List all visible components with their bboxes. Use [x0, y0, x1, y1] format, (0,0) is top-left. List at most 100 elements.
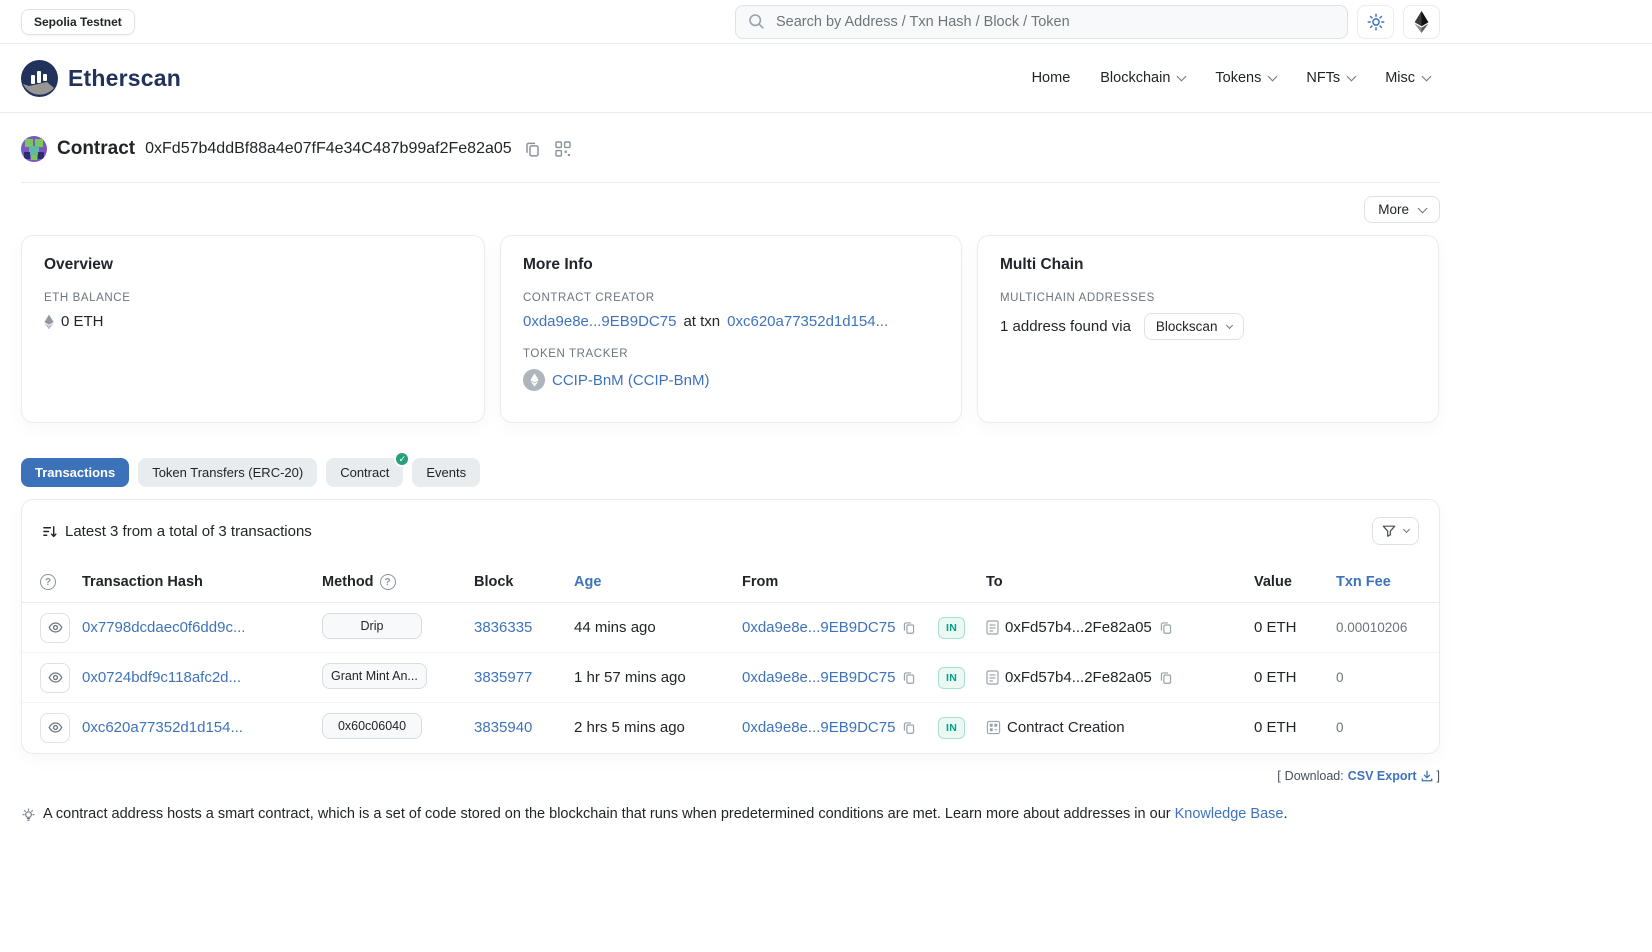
txn-preview-button[interactable] — [40, 663, 70, 693]
theme-toggle-button[interactable] — [1357, 5, 1394, 39]
search-input[interactable] — [774, 13, 1335, 31]
nav-item-blockchain[interactable]: Blockchain — [1100, 70, 1185, 86]
block-link[interactable]: 3836335 — [474, 619, 532, 636]
txn-hash-link[interactable]: 0x7798dcdaec0f6dd9c... — [82, 619, 245, 636]
nav-item-misc[interactable]: Misc — [1385, 70, 1430, 86]
nav-item-home[interactable]: Home — [1032, 70, 1071, 86]
document-icon — [986, 620, 999, 635]
from-address-link[interactable]: 0xda9e8e...9EB9DC75 — [742, 619, 895, 636]
from-address-link[interactable]: 0xda9e8e...9EB9DC75 — [742, 669, 895, 686]
download-icon — [1421, 770, 1433, 782]
method-badge[interactable]: Grant Mint An... — [322, 663, 427, 689]
copy-icon — [902, 721, 916, 735]
age-text: 2 hrs 5 mins ago — [574, 719, 685, 736]
value-text: 0 ETH — [1254, 619, 1297, 636]
copy-icon — [524, 141, 541, 158]
ethereum-icon — [1414, 11, 1429, 33]
copy-address-button[interactable] — [522, 139, 543, 160]
to-address[interactable]: 0xFd57b4...2Fe82a05 — [1005, 619, 1152, 636]
txn-preview-button[interactable] — [40, 613, 70, 643]
identicon-avatar — [21, 136, 47, 162]
txn-hash-link[interactable]: 0x0724bdf9c118afc2d... — [82, 669, 241, 686]
chevron-down-icon — [1177, 72, 1187, 82]
nav-items: Home Blockchain Tokens NFTs Misc — [1032, 70, 1440, 86]
filter-button[interactable] — [1372, 517, 1419, 545]
contract-creation-icon — [986, 720, 1001, 735]
more-info-card-title: More Info — [523, 256, 939, 274]
more-dropdown-button[interactable]: More — [1364, 196, 1440, 223]
txn-fee-text: 0 — [1336, 670, 1344, 685]
col-block: Block — [464, 560, 564, 603]
brand-name: Etherscan — [68, 65, 181, 92]
multichain-portfolio-select[interactable]: Blockscan — [1144, 313, 1245, 340]
download-row: [ Download: CSV Export ] — [21, 769, 1440, 783]
bracket-close: ] — [1437, 769, 1440, 783]
txn-preview-button[interactable] — [40, 713, 70, 743]
bracket-open: [ — [1277, 769, 1280, 783]
contract-creator-label: CONTRACT CREATOR — [523, 292, 939, 304]
method-badge[interactable]: Drip — [322, 613, 422, 639]
eye-icon — [48, 720, 63, 735]
method-badge[interactable]: 0x60c06040 — [322, 713, 422, 739]
block-link[interactable]: 3835977 — [474, 669, 532, 686]
to-address[interactable]: 0xFd57b4...2Fe82a05 — [1005, 669, 1152, 686]
eye-icon — [48, 620, 63, 635]
copy-to-button[interactable] — [1158, 620, 1174, 636]
tab-token-transfers[interactable]: Token Transfers (ERC-20) — [138, 458, 317, 487]
col-value: Value — [1244, 560, 1326, 603]
overview-card-title: Overview — [44, 256, 462, 274]
search-box[interactable] — [735, 5, 1348, 39]
chevron-down-icon — [1268, 72, 1278, 82]
etherscan-logo-icon — [21, 60, 58, 97]
copy-icon — [1159, 671, 1173, 685]
token-tracker-link[interactable]: CCIP-BnM (CCIP-BnM) — [552, 372, 710, 389]
knowledge-base-link[interactable]: Knowledge Base — [1175, 806, 1284, 822]
sort-icon — [42, 524, 57, 539]
top-bar: Sepolia Testnet — [0, 0, 1652, 44]
col-from: From — [732, 560, 928, 603]
copy-icon — [902, 621, 916, 635]
creator-at-txn-text: at txn — [683, 313, 720, 330]
copy-from-button[interactable] — [901, 720, 917, 736]
table-row: 0x0724bdf9c118afc2d... Grant Mint An... … — [22, 653, 1439, 703]
from-address-link[interactable]: 0xda9e8e...9EB9DC75 — [742, 719, 895, 736]
info-cards: Overview ETH BALANCE 0 ETH More Info CON… — [21, 235, 1440, 423]
note-text: A contract address hosts a smart contrac… — [43, 806, 1171, 822]
value-text: 0 ETH — [1254, 719, 1297, 736]
nav-item-tokens[interactable]: Tokens — [1215, 70, 1276, 86]
txn-fee-text: 0.00010206 — [1336, 620, 1407, 635]
age-text: 1 hr 57 mins ago — [574, 669, 686, 686]
lightbulb-icon — [21, 808, 36, 823]
etherscan-logo[interactable]: Etherscan — [21, 60, 181, 97]
overview-card: Overview ETH BALANCE 0 ETH — [21, 235, 485, 423]
token-tracker-label: TOKEN TRACKER — [523, 348, 939, 360]
qr-code-button[interactable] — [553, 139, 573, 159]
txn-hash-link[interactable]: 0xc620a77352d1d154... — [82, 719, 243, 736]
block-link[interactable]: 3835940 — [474, 719, 532, 736]
col-txn-fee-sort[interactable]: Txn Fee — [1326, 560, 1439, 603]
copy-to-button[interactable] — [1158, 670, 1174, 686]
creator-address-link[interactable]: 0xda9e8e...9EB9DC75 — [523, 313, 676, 330]
nav-item-nfts[interactable]: NFTs — [1306, 70, 1355, 86]
tab-events[interactable]: Events — [412, 458, 480, 487]
network-selector-badge[interactable]: Sepolia Testnet — [21, 9, 135, 35]
copy-from-button[interactable] — [901, 670, 917, 686]
table-row: 0x7798dcdaec0f6dd9c... Drip 3836335 44 m… — [22, 603, 1439, 653]
transactions-panel: Latest 3 from a total of 3 transactions … — [21, 499, 1440, 754]
sun-icon — [1367, 13, 1385, 31]
creation-txn-link[interactable]: 0xc620a77352d1d154... — [727, 313, 888, 330]
eth-balance-value: 0 ETH — [61, 313, 104, 330]
question-icon[interactable]: ? — [40, 574, 56, 590]
network-menu-button[interactable] — [1403, 5, 1440, 39]
copy-icon — [902, 671, 916, 685]
main-nav: Etherscan Home Blockchain Tokens NFTs Mi… — [0, 44, 1652, 113]
tab-contract[interactable]: Contract ✓ — [326, 458, 403, 487]
copy-from-button[interactable] — [901, 620, 917, 636]
col-age-sort[interactable]: Age — [564, 560, 732, 603]
csv-export-link[interactable]: CSV Export — [1348, 769, 1433, 783]
page-title: Contract — [57, 138, 135, 160]
direction-badge: IN — [938, 617, 965, 639]
question-icon[interactable]: ? — [380, 574, 396, 590]
tab-transactions[interactable]: Transactions — [21, 458, 129, 487]
table-row: 0xc620a77352d1d154... 0x60c06040 3835940… — [22, 703, 1439, 753]
